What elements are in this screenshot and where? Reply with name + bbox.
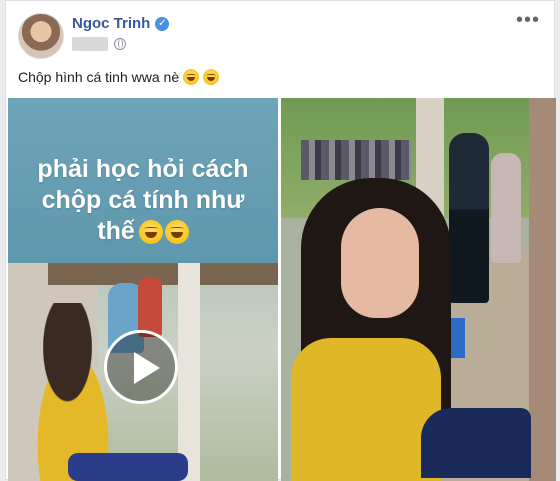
scene-roof bbox=[48, 263, 278, 285]
photo-hanging-clothes bbox=[301, 140, 411, 180]
verified-check-icon: ✓ bbox=[155, 16, 170, 31]
timestamp-redacted[interactable] bbox=[72, 37, 108, 51]
caption-line-3-text: thế bbox=[97, 217, 135, 245]
laughing-emoji-icon bbox=[183, 69, 200, 85]
photo-person bbox=[449, 133, 489, 303]
caption-emojis bbox=[138, 220, 189, 245]
scene-person bbox=[138, 277, 162, 337]
photo-person bbox=[491, 153, 521, 263]
post-text: Chộp hình cá tinh wwa nè bbox=[18, 69, 220, 85]
rofl-emoji-icon bbox=[138, 220, 163, 245]
caption-banner: phải học hỏi cách chộp cá tính như thế bbox=[8, 98, 278, 263]
post-card: Ngoc Trinh ✓ ••• Chộp hình cá tinh wwa n… bbox=[5, 0, 556, 481]
laughing-emoji-icon bbox=[164, 220, 189, 245]
caption-line-1: phải học hỏi cách bbox=[37, 155, 249, 183]
globe-icon[interactable] bbox=[114, 38, 126, 50]
photo-woman-shirt bbox=[291, 338, 441, 481]
photo[interactable] bbox=[281, 98, 556, 481]
author-row: Ngoc Trinh ✓ bbox=[72, 15, 170, 32]
photo-woman-skirt bbox=[421, 408, 531, 478]
photo-pillar bbox=[529, 98, 556, 481]
more-options-button[interactable]: ••• bbox=[516, 10, 540, 30]
scene-object bbox=[68, 453, 188, 481]
author-name[interactable]: Ngoc Trinh bbox=[72, 15, 150, 32]
post-text-content: Chộp hình cá tinh wwa nè bbox=[18, 69, 180, 85]
laughing-emoji-icon bbox=[203, 69, 220, 85]
video-thumbnail[interactable]: phải học hỏi cách chộp cá tính như thế bbox=[8, 98, 278, 481]
photo-woman-face bbox=[341, 208, 419, 318]
caption-line-3: thế bbox=[8, 216, 278, 247]
caption-line-2: chộp cá tính như bbox=[41, 186, 245, 214]
caption-text: phải học hỏi cách chộp cá tính như thế bbox=[8, 154, 278, 247]
play-icon[interactable] bbox=[104, 330, 178, 404]
post-meta bbox=[72, 37, 126, 51]
author-avatar[interactable] bbox=[18, 13, 64, 59]
scene-pillar bbox=[178, 263, 200, 481]
